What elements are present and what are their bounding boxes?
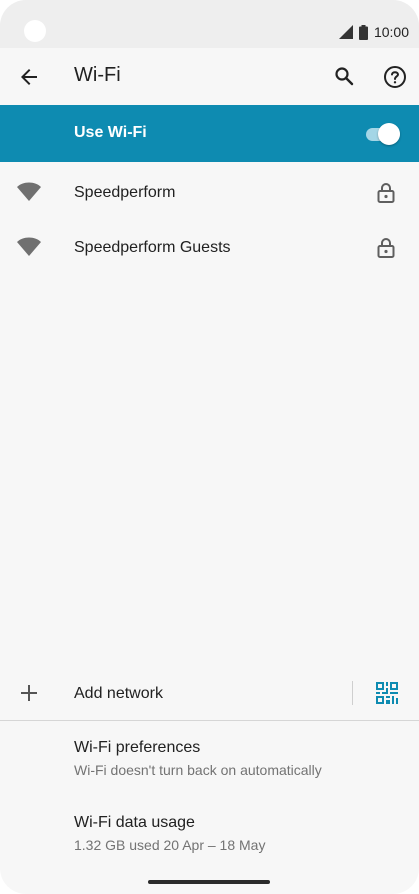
plus-icon <box>17 681 41 705</box>
use-wifi-switch-bar[interactable]: Use Wi-Fi <box>0 105 419 162</box>
use-wifi-label: Use Wi-Fi <box>74 124 147 141</box>
back-arrow-icon[interactable] <box>17 65 41 89</box>
network-name: Speedperform <box>74 184 176 201</box>
vertical-divider <box>352 681 353 705</box>
qr-code-icon[interactable] <box>376 682 398 704</box>
add-network-label: Add network <box>74 685 163 702</box>
wifi-signal-icon <box>16 181 42 203</box>
wifi-data-usage-item[interactable]: Wi-Fi data usage 1.32 GB used 20 Apr – 1… <box>74 814 404 853</box>
section-divider <box>0 720 419 721</box>
pref-summary: 1.32 GB used 20 Apr – 18 May <box>74 837 266 853</box>
lock-icon <box>374 181 398 205</box>
wifi-signal-icon <box>16 236 42 258</box>
wifi-toggle[interactable] <box>366 123 400 145</box>
battery-icon <box>358 24 368 40</box>
camera-cutout <box>24 20 46 42</box>
phone-screen: 10:00 Wi-Fi Use Wi-Fi Speedperform Speed… <box>0 0 419 894</box>
toggle-thumb <box>378 123 400 145</box>
status-bar: 10:00 <box>0 0 419 48</box>
pref-summary: Wi-Fi doesn't turn back on automatically <box>74 762 322 778</box>
app-bar: Wi-Fi <box>0 48 419 105</box>
pref-title: Wi-Fi data usage <box>74 814 195 831</box>
network-item[interactable]: Speedperform <box>0 165 419 221</box>
pref-title: Wi-Fi preferences <box>74 739 201 756</box>
page-title: Wi-Fi <box>74 64 121 86</box>
status-time: 10:00 <box>373 24 409 40</box>
network-name: Speedperform Guests <box>74 239 231 256</box>
lock-icon <box>374 236 398 260</box>
network-item[interactable]: Speedperform Guests <box>0 220 419 276</box>
gesture-nav-handle[interactable] <box>148 880 270 884</box>
add-network-row[interactable]: Add network <box>0 666 419 720</box>
help-icon[interactable] <box>382 64 408 90</box>
signal-icon <box>338 25 353 39</box>
status-icons: 10:00 <box>338 22 409 42</box>
search-icon[interactable] <box>332 64 356 88</box>
wifi-preferences-item[interactable]: Wi-Fi preferences Wi-Fi doesn't turn bac… <box>74 739 404 778</box>
